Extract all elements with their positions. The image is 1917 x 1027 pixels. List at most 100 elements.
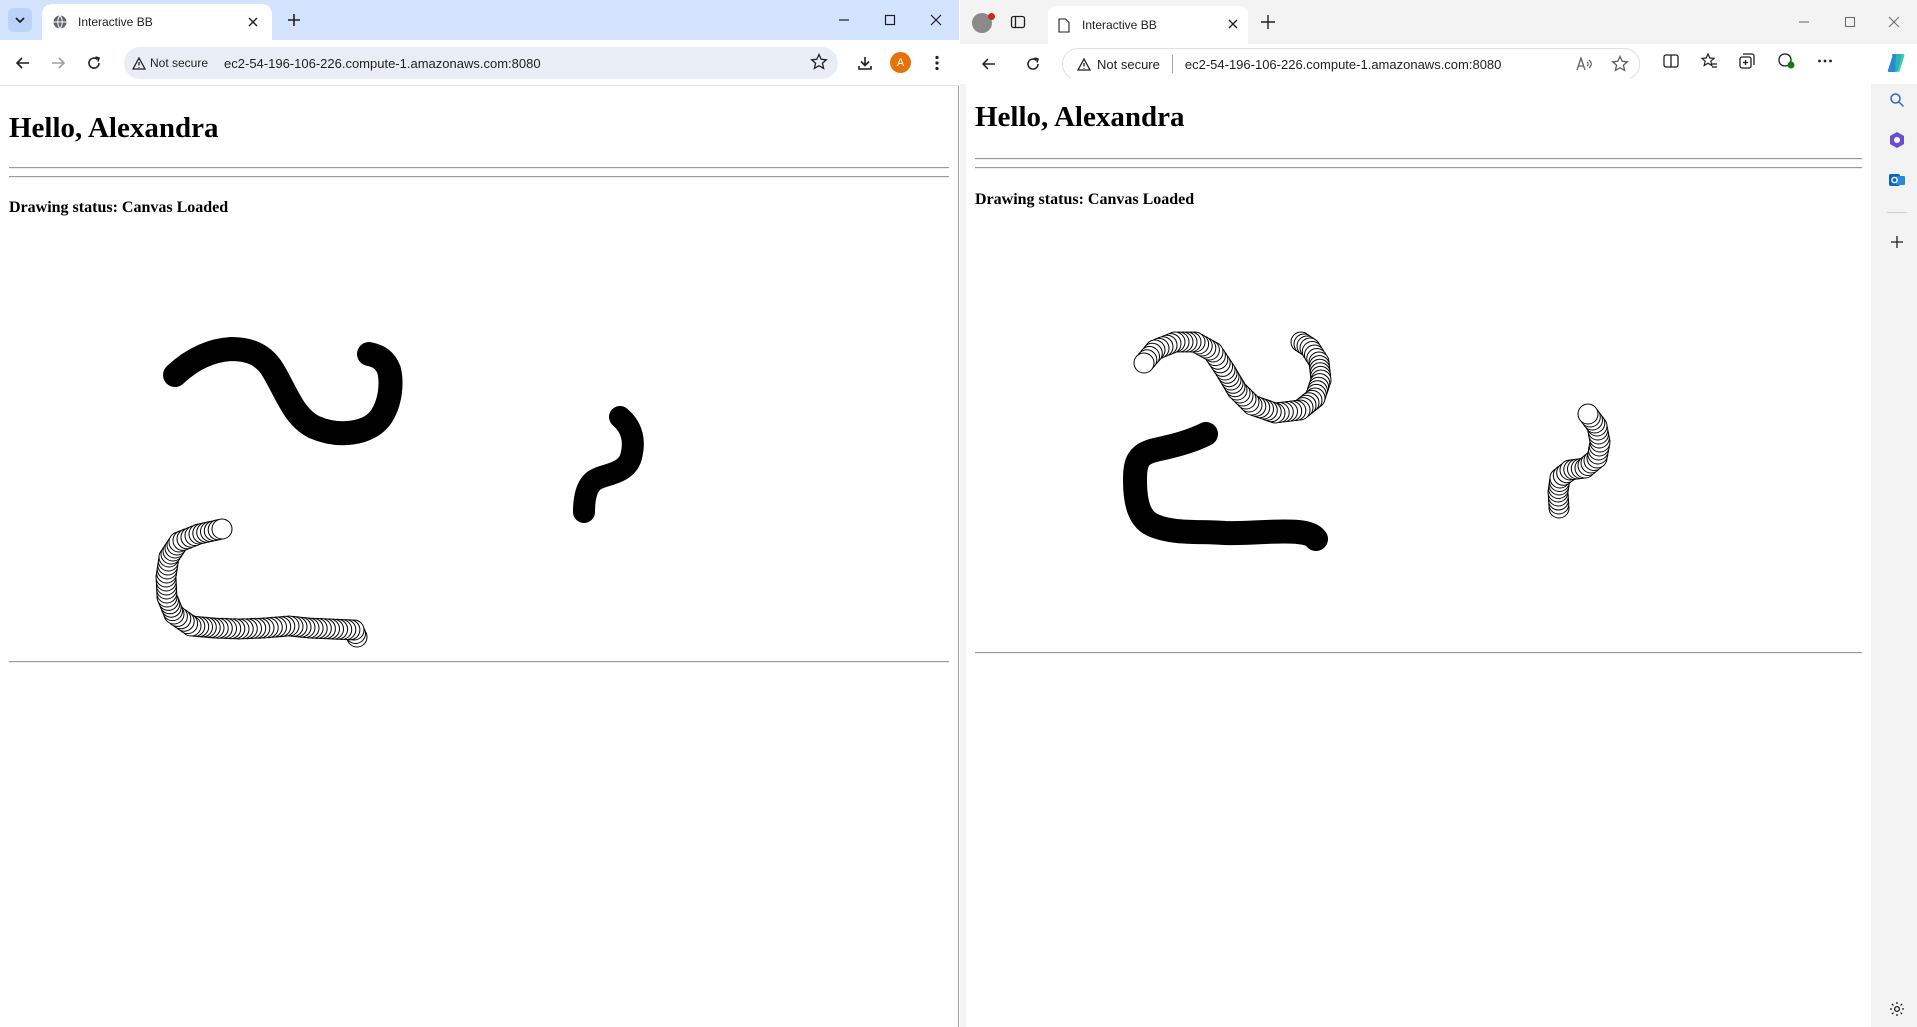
plus-icon xyxy=(1891,236,1903,248)
globe-icon xyxy=(53,15,67,30)
url-text: ec2-54-196-106-226.compute-1.amazonaws.c… xyxy=(1184,56,1502,72)
bookmark-star-icon[interactable] xyxy=(810,53,828,71)
drawing-status: Drawing status: Canvas Loaded xyxy=(9,199,949,217)
reload-button[interactable] xyxy=(1021,52,1045,76)
address-separator xyxy=(1171,55,1173,73)
plus-icon xyxy=(288,14,300,26)
collections-icon[interactable] xyxy=(1738,52,1756,70)
new-tab-button[interactable] xyxy=(282,8,306,32)
trail-circle xyxy=(1133,352,1155,374)
black-stroke xyxy=(1123,422,1328,551)
tab-close-button[interactable] xyxy=(1228,18,1238,32)
search-icon xyxy=(1890,93,1905,108)
chevron-down-icon xyxy=(15,17,25,24)
edge-active-tab[interactable]: Interactive BB xyxy=(1048,6,1248,44)
close-icon xyxy=(248,17,258,27)
black-stroke xyxy=(573,406,644,523)
apps-icon xyxy=(1890,132,1904,148)
profile-avatar[interactable]: A xyxy=(890,52,911,73)
tab-search-button[interactable] xyxy=(8,8,32,32)
address-bar[interactable]: Not secure ec2-54-196-106-226.compute-1.… xyxy=(124,47,838,79)
trail-circle xyxy=(1577,403,1599,425)
back-button[interactable] xyxy=(11,51,35,75)
reload-icon xyxy=(88,56,100,69)
maximize-icon xyxy=(1844,16,1856,28)
close-icon xyxy=(1228,19,1238,29)
warning-triangle-icon xyxy=(1077,57,1091,71)
divider xyxy=(9,167,949,169)
reload-button[interactable] xyxy=(82,51,106,75)
sidebar-add[interactable] xyxy=(1887,232,1907,252)
close-icon xyxy=(930,14,942,26)
maximize-icon xyxy=(884,14,896,26)
back-button[interactable] xyxy=(977,52,1001,76)
favorites-icon[interactable] xyxy=(1700,52,1718,70)
security-chip[interactable]: Not secure xyxy=(132,56,208,70)
outlook-icon xyxy=(1889,174,1905,186)
minimize-icon xyxy=(1799,21,1809,23)
divider xyxy=(9,176,949,178)
maximize-button[interactable] xyxy=(1827,8,1873,36)
edge-page-content: Hello, Alexandra Drawing status: Canvas … xyxy=(966,78,1871,1027)
security-label: Not secure xyxy=(150,56,209,70)
greeting-heading: Hello, Alexandra xyxy=(9,112,949,145)
chrome-toolbar: Not secure ec2-54-196-106-226.compute-1.… xyxy=(0,40,959,86)
browser-essentials-icon[interactable] xyxy=(1776,52,1796,70)
chrome-page-content: Hello, Alexandra Drawing status: Canvas … xyxy=(0,87,958,1027)
circle-trail-stroke xyxy=(1547,403,1611,519)
copilot-icon xyxy=(1887,54,1905,72)
greeting-text: Hello, Alexandra xyxy=(9,112,219,144)
circle-trail-stroke xyxy=(155,518,368,648)
status-text: Drawing status: Canvas Loaded xyxy=(975,191,1195,208)
divider xyxy=(9,661,949,663)
download-icon xyxy=(858,57,872,70)
sidebar-copilot-apps[interactable] xyxy=(1887,130,1907,150)
page-icon xyxy=(1058,17,1070,33)
downloads-button[interactable] xyxy=(853,51,877,75)
chrome-tabstrip: Interactive BB xyxy=(0,0,959,40)
status-text: Drawing status: Canvas Loaded xyxy=(9,199,229,216)
security-label[interactable]: Not secure xyxy=(1097,57,1160,72)
address-bar[interactable]: Not secure ec2-54-196-106-226.compute-1.… xyxy=(1062,48,1640,80)
maximize-button[interactable] xyxy=(867,0,913,40)
sidebar-search[interactable] xyxy=(1887,90,1907,110)
window-close-button[interactable] xyxy=(913,0,959,40)
edge-toolbar-icons xyxy=(1662,52,1834,70)
tab-actions-icon[interactable] xyxy=(1010,14,1026,30)
chrome-active-tab[interactable]: Interactive BB xyxy=(42,4,272,40)
back-arrow-icon xyxy=(15,57,29,69)
divider xyxy=(975,652,1862,654)
back-arrow-icon xyxy=(981,58,995,70)
drawing-status: Drawing status: Canvas Loaded xyxy=(975,191,1862,209)
reload-icon xyxy=(1027,57,1039,70)
chrome-window: Interactive BB Not secure ec2-54-196-106… xyxy=(0,0,959,1027)
close-icon xyxy=(1888,16,1900,28)
tab-close-button[interactable] xyxy=(244,13,262,31)
drawing-canvas[interactable] xyxy=(9,242,949,742)
tab-title: Interactive BB xyxy=(1082,18,1157,32)
forward-button[interactable] xyxy=(46,51,70,75)
circle-trail-stroke xyxy=(1133,331,1332,424)
trail-circle xyxy=(211,518,233,540)
url-text: ec2-54-196-106-226.compute-1.amazonaws.c… xyxy=(224,55,541,71)
forward-arrow-icon xyxy=(52,57,66,69)
read-aloud-icon[interactable] xyxy=(1575,55,1593,73)
minimize-button[interactable] xyxy=(1781,8,1827,36)
window-close-button[interactable] xyxy=(1871,8,1917,36)
sidebar-divider xyxy=(1887,212,1907,213)
minimize-icon xyxy=(839,19,849,21)
gear-icon xyxy=(1890,1002,1904,1016)
copilot-button[interactable] xyxy=(1882,48,1912,78)
minimize-button[interactable] xyxy=(821,0,867,40)
greeting-text: Hello, Alexandra xyxy=(975,101,1185,133)
favorite-star-icon[interactable] xyxy=(1611,55,1629,73)
plus-icon[interactable] xyxy=(1260,14,1276,30)
chrome-menu-button[interactable] xyxy=(925,51,949,75)
sidebar-settings[interactable] xyxy=(1887,999,1907,1019)
split-screen-icon[interactable] xyxy=(1662,52,1680,70)
sidebar-outlook[interactable] xyxy=(1887,170,1907,190)
drawing-canvas[interactable] xyxy=(975,230,1870,730)
edge-window: Interactive BB Not secure ec2-54-196-106… xyxy=(960,0,1917,1027)
more-options-icon[interactable] xyxy=(1816,52,1834,70)
kebab-menu-icon xyxy=(935,55,939,71)
